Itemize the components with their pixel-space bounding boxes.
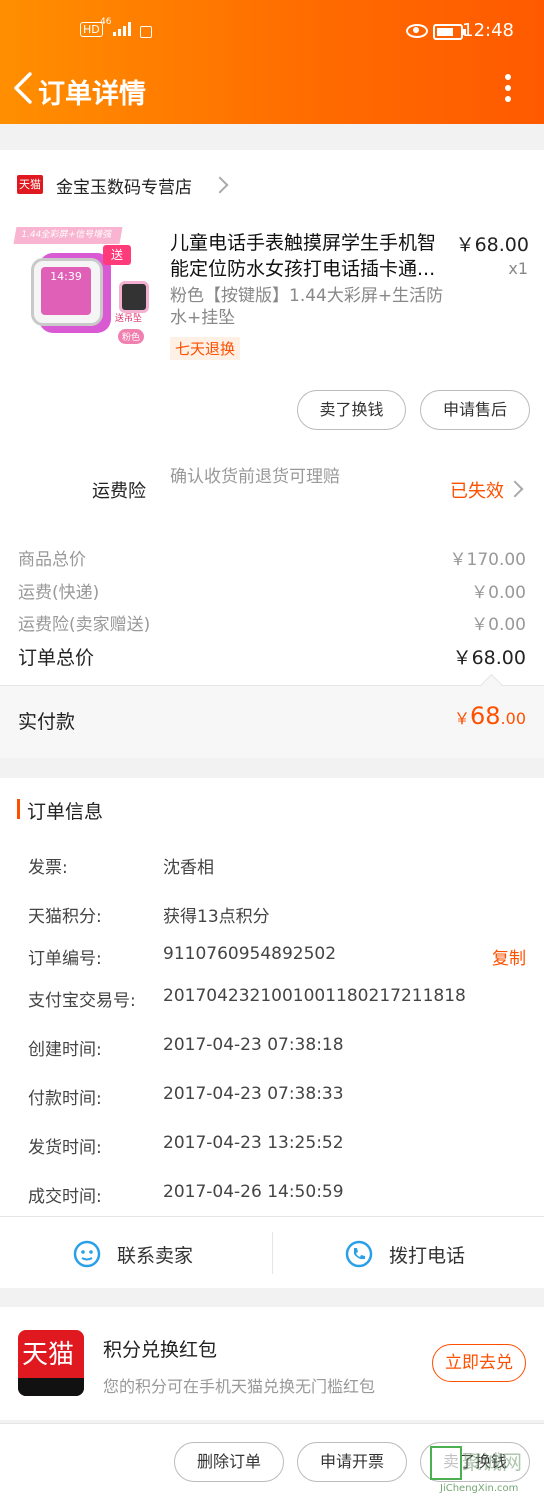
signal-icon (113, 22, 131, 36)
gift-badge: 送 (103, 245, 131, 265)
order-total-label: 订单总价 (18, 647, 95, 669)
pendant-icon (119, 281, 149, 313)
request-invoice-button[interactable]: 申请开票 (297, 1442, 407, 1482)
tmall-logo[interactable]: 天猫 (18, 1330, 84, 1396)
phone-icon (345, 1240, 373, 1268)
watermark-url: JiChengXin.com (440, 1483, 519, 1494)
paid-label: 实付款 (18, 711, 76, 733)
product-title[interactable]: 儿童电话手表触摸屏学生手机智能定位防水女孩打电话插卡通... (170, 230, 450, 282)
contact-seller-label: 联系卖家 (117, 1245, 194, 1267)
thumb-banner: 1.44全彩屏+信号增强 (13, 227, 123, 244)
completed-time-value: 2017-04-26 14:50:59 (163, 1182, 344, 1202)
back-arrow-icon[interactable] (10, 70, 38, 106)
points-value: 获得13点积分 (163, 907, 270, 927)
insurance-desc: 确认收货前退货可理赔 (170, 467, 340, 487)
tmall-cat-icon (18, 1378, 84, 1396)
notification-icon (140, 26, 152, 38)
store-name[interactable]: 金宝玉数码专营店 (56, 173, 192, 198)
watch-body-icon: 14:39 (31, 258, 103, 326)
status-bar: HD 46 12:48 (0, 0, 544, 62)
invoice-value: 沈香相 (163, 858, 214, 878)
paid-currency: ￥ (453, 709, 470, 728)
shipped-time-label: 发货时间: (28, 1138, 102, 1158)
created-time-value: 2017-04-23 07:38:18 (163, 1035, 344, 1055)
paid-integer: 68 (470, 702, 501, 730)
product-spec: 粉色【按键版】1.44大彩屏+生活防水+挂坠 (170, 286, 444, 328)
call-phone-button[interactable]: 拨打电话 (273, 1217, 544, 1288)
battery-icon (433, 24, 466, 40)
paid-amount: ￥68.00 (454, 702, 526, 730)
tmall-store-icon: 天猫 (17, 175, 43, 194)
app-header: HD 46 12:48 订单详情 (0, 0, 544, 124)
paid-decimal: .00 (500, 709, 526, 728)
page-title: 订单详情 (38, 79, 146, 110)
shipping-value: ￥0.00 (471, 583, 526, 603)
promo-desc: 您的积分可在手机天猫兑换无门槛红包 (103, 1377, 376, 1396)
copy-button[interactable]: 复制 (492, 944, 526, 969)
chat-face-icon (73, 1240, 101, 1268)
contact-seller-button[interactable]: 联系卖家 (0, 1217, 272, 1288)
paid-time-value: 2017-04-23 07:38:33 (163, 1084, 344, 1104)
after-sale-button[interactable]: 申请售后 (420, 390, 530, 430)
alipay-trade-label: 支付宝交易号: (28, 991, 136, 1011)
paid-time-label: 付款时间: (28, 1089, 102, 1109)
shipping-insurance-label: 运费险(卖家赠送) (18, 615, 151, 635)
product-image[interactable]: 1.44全彩屏+信号增强 14:39 送 送吊坠 粉色 (13, 225, 155, 363)
gift-label: 送吊坠 (115, 314, 143, 324)
points-label: 天猫积分: (28, 907, 102, 927)
section-marker (17, 799, 20, 819)
tmall-logo-text: 天猫 (22, 1340, 75, 1370)
call-phone-label: 拨打电话 (389, 1245, 466, 1267)
watermark-logo-icon (430, 1446, 462, 1480)
color-badge: 粉色 (118, 329, 145, 344)
redeem-now-button[interactable]: 立即去兑 (432, 1344, 526, 1382)
watermark-text: 聚诚网 (462, 1450, 522, 1474)
subtotal-label: 商品总价 (18, 550, 86, 570)
order-info-heading: 订单信息 (27, 801, 104, 823)
return-policy-tag: 七天退换 (170, 337, 241, 360)
invoice-label: 发票: (28, 858, 68, 878)
shipping-label: 运费(快递) (18, 583, 100, 603)
alipay-trade-value: 2017042321001001180217211818 (163, 986, 466, 1006)
delete-order-button[interactable]: 删除订单 (174, 1442, 284, 1482)
order-number-label: 订单编号: (28, 949, 102, 969)
insurance-label: 运费险 (92, 481, 146, 502)
shipping-insurance-value: ￥0.00 (471, 615, 526, 635)
more-menu-icon[interactable] (496, 72, 520, 104)
sell-for-cash-button[interactable]: 卖了换钱 (297, 390, 406, 430)
product-price: ￥68.00 (455, 234, 529, 256)
shipped-time-value: 2017-04-23 13:25:52 (163, 1133, 344, 1153)
order-info-card (0, 778, 544, 1288)
order-total-value: ￥68.00 (452, 647, 526, 669)
clock: 12:48 (462, 20, 514, 41)
promo-title: 积分兑换红包 (103, 1339, 218, 1361)
eye-comfort-icon (406, 24, 428, 38)
insurance-status[interactable]: 已失效 (450, 477, 504, 503)
product-quantity: x1 (508, 259, 528, 278)
network-type: 46 (100, 17, 112, 27)
watch-screen: 14:39 (41, 267, 91, 315)
completed-time-label: 成交时间: (28, 1187, 102, 1207)
order-number-value: 9110760954892502 (163, 944, 337, 964)
subtotal-value: ￥170.00 (449, 550, 526, 570)
created-time-label: 创建时间: (28, 1040, 102, 1060)
